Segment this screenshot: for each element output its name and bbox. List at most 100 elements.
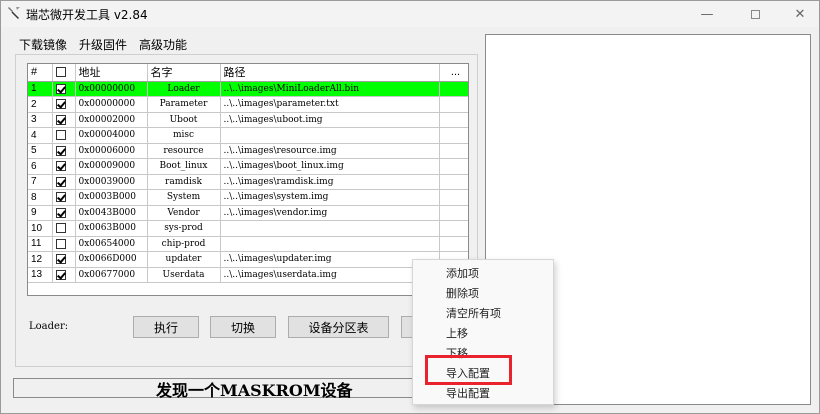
row-address: 0x00677000 xyxy=(75,267,148,283)
row-browse[interactable] xyxy=(439,236,468,252)
partition-table[interactable]: # 地址 名字 路径 ... 1 0x00000000 Loader ..\..\im… xyxy=(27,63,469,296)
select-all-checkbox[interactable] xyxy=(55,67,66,78)
menu-item-move-up[interactable]: 上移 xyxy=(446,325,468,341)
loader-label: Loader: xyxy=(29,321,69,332)
close-icon: ✕ xyxy=(794,6,806,22)
header-address[interactable]: 地址 xyxy=(75,64,148,82)
header-more[interactable]: ... xyxy=(439,64,468,82)
row-browse[interactable] xyxy=(439,205,468,221)
header-name[interactable]: 名字 xyxy=(147,64,221,82)
menu-item-add[interactable]: 添加项 xyxy=(446,265,479,281)
menu-item-export-config[interactable]: 导出配置 xyxy=(446,385,490,401)
row-checkbox[interactable] xyxy=(55,192,66,202)
row-browse[interactable] xyxy=(439,189,468,206)
row-browse[interactable] xyxy=(439,112,468,128)
table-row[interactable]: 11 0x00654000 chip-prod xyxy=(28,236,468,252)
row-name: ramdisk xyxy=(147,174,221,190)
row-checkbox[interactable] xyxy=(55,114,66,125)
menu-item-clear-all[interactable]: 清空所有项 xyxy=(446,305,501,321)
execute-button[interactable]: 执行 xyxy=(133,316,199,338)
row-name: Boot_linux xyxy=(147,158,221,175)
table-row[interactable]: 13 0x00677000 Userdata ..\..\images\userdat… xyxy=(28,267,468,283)
row-name: Uboot xyxy=(147,112,221,128)
row-name: Vendor xyxy=(147,205,221,221)
table-row[interactable]: 2 0x00000000 Parameter ..\..\images\paramet… xyxy=(28,96,468,113)
row-name: Userdata xyxy=(147,267,221,283)
header-check[interactable] xyxy=(52,64,76,82)
row-checkbox-cell[interactable] xyxy=(52,267,76,283)
row-checkbox-cell[interactable] xyxy=(52,189,76,206)
row-checkbox[interactable] xyxy=(55,83,66,94)
row-address: 0x00039000 xyxy=(75,174,148,190)
row-address: 0x00000000 xyxy=(75,81,148,97)
row-browse[interactable] xyxy=(439,127,468,144)
header-num[interactable]: # xyxy=(28,64,53,82)
row-address: 0x00002000 xyxy=(75,112,148,128)
row-browse[interactable] xyxy=(439,96,468,113)
table-row[interactable]: 1 0x00000000 Loader ..\..\images\MiniLoader… xyxy=(28,81,468,97)
row-browse[interactable] xyxy=(439,158,468,175)
row-address: 0x00654000 xyxy=(75,236,148,252)
row-checkbox-cell[interactable] xyxy=(52,112,76,128)
row-number: 4 xyxy=(28,127,53,144)
row-browse[interactable] xyxy=(439,174,468,190)
table-row[interactable]: 12 0x0066D000 updater ..\..\images\updater.… xyxy=(28,251,468,268)
row-checkbox[interactable] xyxy=(55,223,66,233)
tab-bar: 下载镜像 升级固件 高级功能 xyxy=(17,36,189,56)
row-address: 0x0043B000 xyxy=(75,205,148,221)
table-row[interactable]: 6 0x00009000 Boot_linux ..\..\images\boot_l… xyxy=(28,158,468,175)
row-path: ..\..\images\parameter.txt xyxy=(220,96,440,113)
row-browse[interactable] xyxy=(439,143,468,159)
row-checkbox[interactable] xyxy=(55,207,66,218)
row-checkbox-cell[interactable] xyxy=(52,236,76,252)
menu-item-delete[interactable]: 删除项 xyxy=(446,285,479,301)
row-checkbox-cell[interactable] xyxy=(52,143,76,159)
device-partition-table-button[interactable]: 设备分区表 xyxy=(288,316,389,338)
row-checkbox[interactable] xyxy=(55,176,66,187)
table-row[interactable]: 7 0x00039000 ramdisk ..\..\images\ramdisk.i… xyxy=(28,174,468,190)
minimize-button[interactable]: — xyxy=(684,1,730,27)
header-path[interactable]: 路径 xyxy=(220,64,440,82)
row-checkbox-cell[interactable] xyxy=(52,158,76,175)
row-checkbox-cell[interactable] xyxy=(52,127,76,144)
table-row[interactable]: 3 0x00002000 Uboot ..\..\images\uboot.img xyxy=(28,112,468,128)
title-bar[interactable]: 瑞芯微开发工具 v2.84 — ✕ xyxy=(1,1,819,27)
table-row[interactable]: 10 0x0063B000 sys-prod xyxy=(28,220,468,237)
row-checkbox[interactable] xyxy=(55,269,66,280)
row-number: 7 xyxy=(28,174,53,190)
table-row[interactable]: 9 0x0043B000 Vendor ..\..\images\vendor.img xyxy=(28,205,468,221)
row-browse[interactable] xyxy=(439,81,468,97)
table-row[interactable]: 8 0x0003B000 System ..\..\images\system.img xyxy=(28,189,468,206)
row-checkbox[interactable] xyxy=(55,145,66,156)
row-checkbox[interactable] xyxy=(55,130,66,140)
row-checkbox-cell[interactable] xyxy=(52,251,76,268)
row-checkbox-cell[interactable] xyxy=(52,174,76,190)
tab-upgrade-firmware[interactable]: 升级固件 xyxy=(77,36,129,56)
row-name: Parameter xyxy=(147,96,221,113)
row-number: 5 xyxy=(28,143,53,159)
row-checkbox[interactable] xyxy=(55,99,66,109)
row-checkbox-cell[interactable] xyxy=(52,205,76,221)
minimize-icon: — xyxy=(700,6,714,22)
close-button[interactable]: ✕ xyxy=(777,1,820,27)
maximize-button[interactable] xyxy=(732,1,778,27)
table-row[interactable]: 4 0x00004000 misc xyxy=(28,127,468,144)
row-name: System xyxy=(147,189,221,206)
tab-download-image[interactable]: 下载镜像 xyxy=(17,36,70,56)
row-checkbox-cell[interactable] xyxy=(52,96,76,113)
row-checkbox[interactable] xyxy=(55,254,66,264)
table-header: # 地址 名字 路径 ... xyxy=(28,64,468,82)
row-address: 0x0066D000 xyxy=(75,251,148,268)
switch-button[interactable]: 切换 xyxy=(210,316,276,338)
row-number: 12 xyxy=(28,251,53,268)
tab-advanced[interactable]: 高级功能 xyxy=(137,36,189,56)
row-checkbox-cell[interactable] xyxy=(52,220,76,237)
row-number: 13 xyxy=(28,267,53,283)
window-title: 瑞芯微开发工具 v2.84 xyxy=(26,8,148,22)
row-checkbox[interactable] xyxy=(55,238,66,249)
row-checkbox-cell[interactable] xyxy=(52,81,76,97)
row-checkbox[interactable] xyxy=(55,161,66,171)
row-browse[interactable] xyxy=(439,220,468,237)
table-row[interactable]: 5 0x00006000 resource ..\..\images\resource… xyxy=(28,143,468,159)
row-path: ..\..\images\MiniLoaderAll.bin xyxy=(220,81,440,97)
